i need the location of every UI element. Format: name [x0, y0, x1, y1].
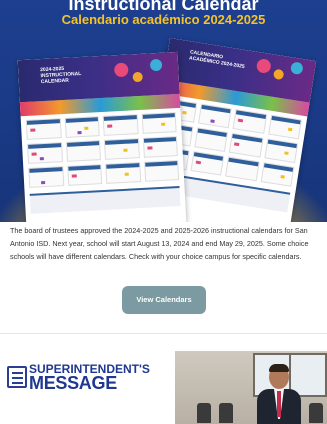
document-icon	[7, 366, 27, 388]
hero-subtitle: Calendario académico 2024-2025	[61, 12, 266, 27]
superintendent-photo[interactable]	[175, 351, 327, 424]
section-divider	[0, 333, 327, 334]
superintendents-message-logo: SUPERINTENDENT'S MESSAGE	[7, 362, 157, 394]
calendar-sheet-english: 2024-2025 INSTRUCTIONAL CALENDAR	[17, 51, 187, 222]
message-heading-line2: MESSAGE	[29, 373, 117, 393]
english-sheet-title: 2024-2025 INSTRUCTIONAL CALENDAR	[40, 65, 82, 86]
spanish-sheet-title: CALENDARIO ACADÉMICO 2024-2025	[188, 49, 245, 70]
calendar-hero-banner[interactable]: Instructional Calendar Calendario académ…	[0, 0, 327, 222]
view-calendars-button[interactable]: View Calendars	[122, 286, 206, 314]
calendar-announcement-text: The board of trustees approved the 2024-…	[10, 226, 309, 261]
